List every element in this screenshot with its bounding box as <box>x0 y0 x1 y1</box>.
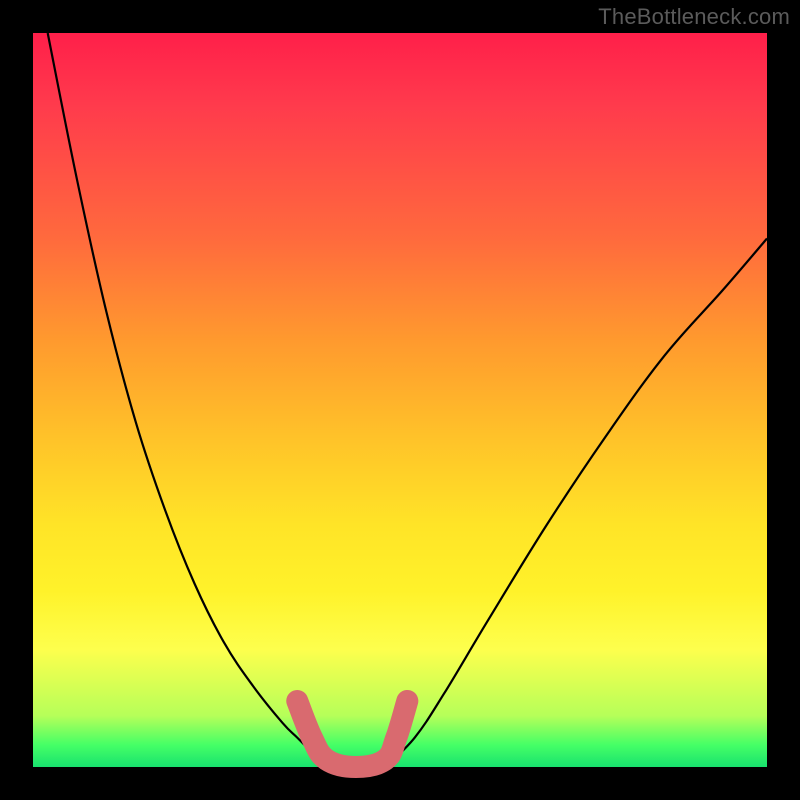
plot-area <box>33 33 767 767</box>
curves-svg <box>33 33 767 767</box>
right-curve <box>385 239 767 767</box>
left-curve <box>48 33 327 767</box>
valley-highlight <box>297 701 407 767</box>
chart-frame: TheBottleneck.com <box>0 0 800 800</box>
watermark-text: TheBottleneck.com <box>598 4 790 30</box>
